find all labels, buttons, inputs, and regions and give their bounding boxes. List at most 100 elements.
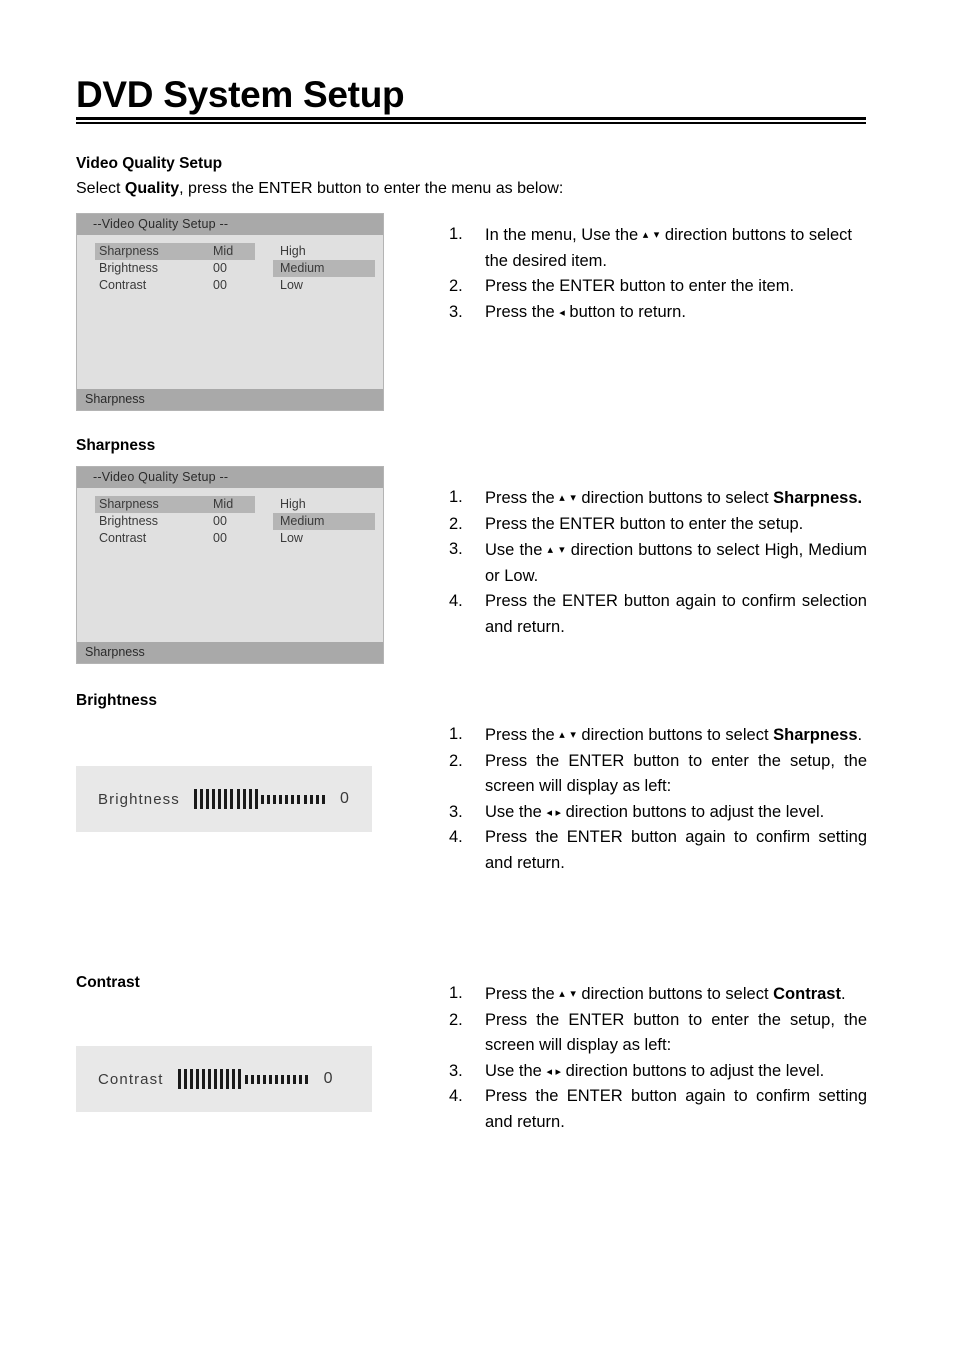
osd-row[interactable]: Sharpness Mid High (77, 496, 383, 513)
slider-tick-filled (230, 789, 234, 809)
slider-tick-empty (273, 794, 277, 804)
slider-tick-filled (177, 1069, 181, 1089)
osd-row-label: Sharpness (99, 497, 159, 511)
step-number: 3. (449, 540, 463, 558)
osd-option-label: Medium (280, 261, 325, 275)
slider-tick-empty (309, 794, 313, 804)
step-number: 2. (449, 751, 463, 770)
osd-menu-video-quality-2[interactable]: --Video Quality Setup -- Sharpness Mid Hig… (76, 466, 384, 664)
steps-video-quality-setup: 1. In the menu, Use the ▴ ▾ direction bu… (449, 222, 867, 325)
step-text-pre: Press the (485, 985, 560, 1003)
up-down-arrow-icon: ▴ ▾ (642, 228, 661, 241)
page-title: DVD System Setup (76, 74, 405, 115)
osd-option-label: Low (280, 531, 303, 545)
slider-label: Contrast (98, 1070, 164, 1088)
step-text-post: button to return. (564, 302, 686, 321)
step-text: Press the ▴ ▾ direction buttons to selec… (485, 485, 867, 512)
intro-paragraph: Select Quality, press the ENTER button t… (76, 180, 563, 198)
step-text-pre: Press the (485, 489, 560, 507)
step-text: Press the ▴ ▾ direction buttons to selec… (485, 981, 867, 1008)
slider-tick-empty (267, 794, 270, 804)
slider-tick-filled (238, 1069, 242, 1089)
slider-tick-filled (207, 1069, 211, 1089)
slider-tick-empty (285, 794, 289, 804)
steps-sharpness: 1. Press the ▴ ▾ direction buttons to se… (449, 485, 867, 640)
step-text: Press the ENTER button to enter the setu… (485, 1010, 867, 1055)
slider-tick-filled (218, 789, 222, 809)
osd-row[interactable]: Brightness 00 Medium (77, 513, 383, 530)
step-text-bold: Sharpness. (773, 489, 863, 507)
heading-sharpness: Sharpness (76, 437, 156, 454)
step-text: Use the ▴ ▾ direction buttons to select … (485, 537, 867, 589)
intro-text-bold: Quality (124, 180, 180, 197)
slider-tick-empty (315, 794, 319, 804)
osd-row[interactable]: Contrast 00 Low (77, 530, 383, 547)
steps-contrast: 1. Press the ▴ ▾ direction buttons to se… (449, 981, 867, 1135)
step-number: 1. (449, 984, 463, 1002)
slider-ticks[interactable] (193, 787, 328, 811)
up-down-arrow-icon: ▴ ▾ (547, 543, 566, 556)
list-item: 1. In the menu, Use the ▴ ▾ direction bu… (449, 222, 867, 274)
osd-option-label: Low (280, 278, 303, 292)
up-down-arrow-icon: ▴ ▾ (559, 987, 577, 1000)
list-item: 4. Press the ENTER button again to confi… (449, 825, 867, 876)
list-item: 2. Press the ENTER button to enter the s… (449, 512, 867, 538)
step-text-bold: Sharpness (773, 726, 858, 744)
slider-tick-filled (242, 789, 246, 809)
slider-tick-filled (206, 789, 210, 809)
step-text: In the menu, Use the ▴ ▾ direction butto… (485, 222, 867, 274)
slider-widget-contrast[interactable]: Contrast 0 (76, 1046, 372, 1112)
step-text: Press the ENTER button to enter the setu… (485, 514, 804, 533)
heading-brightness: Brightness (76, 692, 157, 709)
list-item: 3. Use the ◂ ▸ direction buttons to adju… (449, 800, 867, 826)
list-item: 4. Press the ENTER button again to confi… (449, 1084, 867, 1135)
step-text-pre: In the menu, Use the (485, 226, 643, 244)
slider-tick-empty (268, 1074, 272, 1084)
step-text-pre: Press the (485, 302, 560, 321)
osd-row-value: 00 (213, 514, 227, 528)
step-text: Press the ENTER button to enter the setu… (485, 751, 867, 796)
slider-tick-empty (279, 794, 283, 804)
heading-video-quality-setup: Video Quality Setup (76, 155, 223, 172)
slider-tick-empty (275, 1074, 278, 1084)
osd-menu-video-quality-1[interactable]: --Video Quality Setup -- Sharpness Mid Hig… (76, 213, 384, 411)
steps-brightness: 1. Press the ▴ ▾ direction buttons to se… (449, 722, 867, 876)
step-number: 4. (449, 828, 463, 846)
slider-tick-empty (321, 794, 325, 804)
osd-row-label: Brightness (99, 514, 159, 528)
step-number: 2. (449, 1010, 463, 1029)
step-text-post: . (840, 985, 846, 1003)
slider-tick-filled (226, 1069, 230, 1089)
step-number: 2. (449, 514, 463, 533)
step-text-mid: direction buttons to select (576, 985, 774, 1003)
slider-tick-filled (195, 1069, 199, 1089)
osd-status-bar: Sharpness (77, 642, 383, 663)
slider-ticks[interactable] (177, 1067, 312, 1091)
osd-row-value: Mid (213, 497, 234, 511)
osd-row[interactable]: Contrast 00 Low (77, 277, 383, 294)
slider-tick-filled (193, 789, 197, 809)
osd-row[interactable]: Brightness 00 Medium (77, 260, 383, 277)
osd-body: Sharpness Mid High Brightness 00 Medium Contra… (77, 235, 383, 389)
step-text-mid: direction buttons to adjust the level. (561, 802, 825, 821)
step-text: Press the ▴ ▾ direction buttons to selec… (485, 722, 867, 749)
osd-body: Sharpness Mid High Brightness 00 Medium Contra… (77, 488, 383, 642)
list-item: 1. Press the ▴ ▾ direction buttons to se… (449, 981, 867, 1008)
step-number: 2. (449, 277, 463, 295)
step-number: 3. (449, 302, 463, 321)
step-number: 3. (449, 1061, 463, 1080)
list-item: 3. Use the ◂ ▸ direction buttons to adju… (449, 1059, 867, 1085)
heading-contrast: Contrast (76, 974, 140, 991)
osd-row[interactable]: Sharpness Mid High (77, 243, 383, 260)
osd-option-label: Medium (280, 514, 325, 528)
osd-row-value: 00 (213, 278, 227, 292)
osd-title-bar: --Video Quality Setup -- (77, 214, 383, 235)
step-text-pre: Use the (485, 1061, 547, 1080)
slider-widget-brightness[interactable]: Brightness 0 (76, 766, 372, 832)
osd-row-list: Sharpness Mid High Brightness 00 Medium Contra… (77, 496, 383, 547)
intro-text-before: Select (76, 180, 125, 197)
list-item: 4. Press the ENTER button again to confi… (449, 589, 867, 640)
left-right-arrow-icon: ◂ ▸ (546, 805, 561, 819)
slider-value: 0 (323, 1070, 333, 1087)
step-text-bold: Contrast (773, 985, 841, 1003)
